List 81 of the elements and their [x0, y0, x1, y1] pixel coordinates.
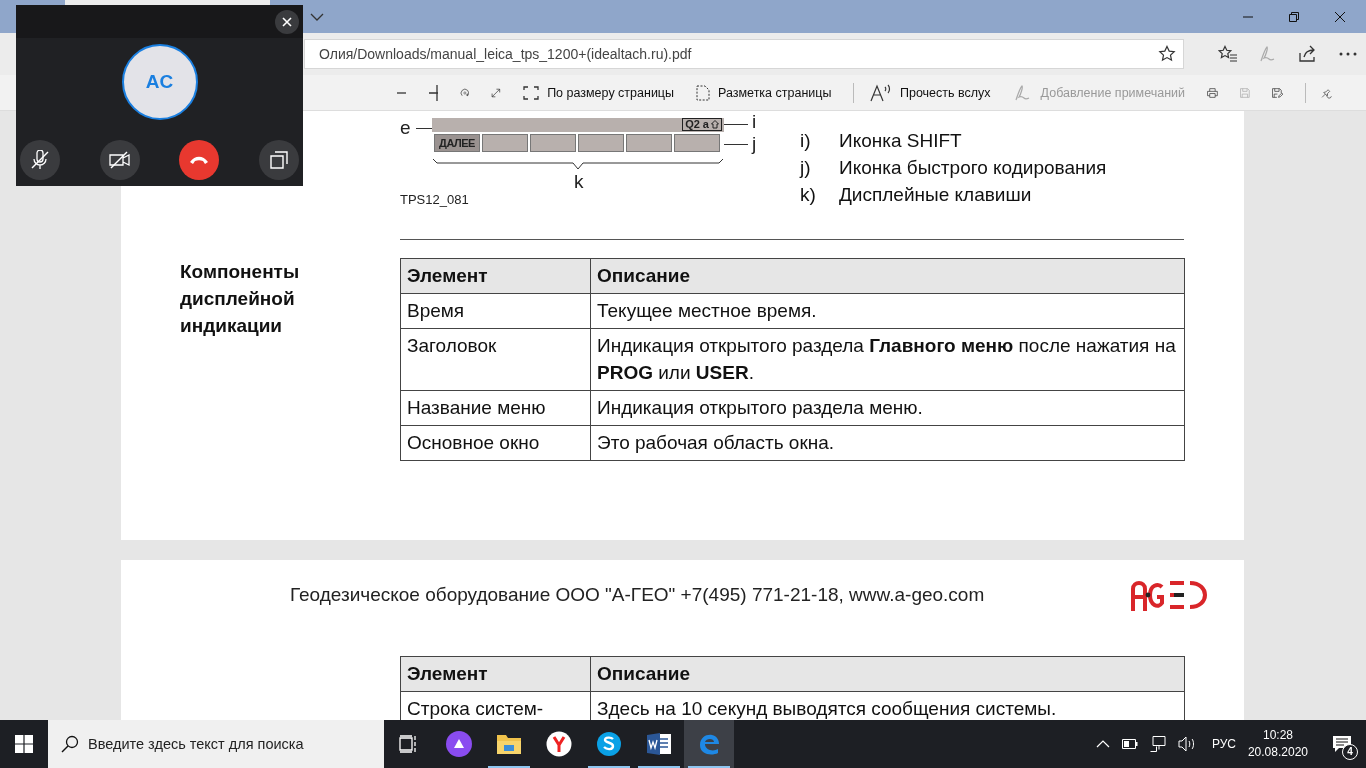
search-field[interactable]: Введите здесь текст для поиска: [48, 720, 384, 768]
edge-app-button[interactable]: [684, 720, 734, 768]
microphone-off-button[interactable]: [20, 140, 60, 180]
fit-page-button[interactable]: По размеру страницы: [523, 85, 675, 100]
task-view-icon: [399, 735, 419, 753]
camera-off-button[interactable]: [99, 140, 140, 180]
close-icon: [282, 16, 292, 27]
figure-label: j: [752, 134, 757, 153]
fit-page-icon: [523, 85, 540, 100]
legend-letter: j): [800, 156, 812, 179]
battery-icon[interactable]: [1121, 739, 1138, 749]
table-cell: Текущее местное время.: [590, 293, 1185, 329]
close-icon: [1334, 10, 1346, 23]
chevron-down-icon[interactable]: [310, 12, 324, 21]
notification-count: 4: [1342, 744, 1358, 760]
favorites-list-icon[interactable]: [1218, 45, 1238, 63]
softkey: ДАЛЕЕ: [434, 134, 480, 152]
figure-label: i: [752, 112, 757, 131]
leader-line: [724, 124, 748, 125]
softkey: [626, 134, 672, 152]
softkey: [578, 134, 624, 152]
address-field[interactable]: Олия/Downloads/manual_leica_tps_1200+(idealtach.ru).pdf: [304, 39, 1184, 69]
table-cell: Это рабочая область окна.: [590, 425, 1185, 461]
switch-view-button[interactable]: [258, 140, 299, 180]
share-icon[interactable]: [1298, 45, 1318, 63]
softkey: [530, 134, 576, 152]
legend-text: Дисплейные клавиши: [839, 183, 1032, 206]
page-layout-button[interactable]: Разметка страницы: [696, 84, 832, 101]
leader-line: [416, 128, 432, 129]
leader-line: [724, 144, 748, 145]
table-cell: Название меню: [400, 390, 591, 426]
chevron-up-icon[interactable]: [1095, 740, 1110, 748]
notifications-button[interactable]: 4: [1322, 720, 1362, 768]
avatar: AC: [121, 44, 198, 120]
column-header: Элемент: [400, 258, 591, 294]
document-icon: [646, 732, 672, 756]
softkey: [674, 134, 720, 152]
table-cell: Время: [400, 293, 591, 329]
legend-letter: k): [800, 183, 817, 206]
volume-icon[interactable]: [1177, 736, 1196, 752]
table-cell: Основное окно: [400, 425, 591, 461]
folder-icon: [496, 733, 522, 755]
zoom-in-icon[interactable]: [427, 83, 438, 102]
legend-text: Иконка SHIFT: [839, 129, 962, 152]
star-icon[interactable]: [1158, 45, 1176, 63]
figure-label: e: [400, 118, 411, 137]
phone-icon: [189, 155, 210, 165]
status-indicator: Q2 a: [682, 118, 722, 131]
clock-date[interactable]: 20.08.2020: [1247, 744, 1308, 761]
network-icon[interactable]: [1149, 736, 1166, 752]
legend-text: Иконка быстрого кодирования: [839, 156, 1107, 179]
microphone-icon: [30, 150, 50, 170]
table-cell: Индикация открытого раздела Главного меню после нажатия на PROG или USER.: [590, 328, 1185, 391]
legend-letter: i): [800, 129, 812, 152]
table-cell: Заголовок: [400, 328, 591, 391]
triangle-circle-icon: [446, 731, 472, 757]
column-header: Описание: [590, 258, 1185, 294]
section-heading: Компоненты дисплейной индикации: [180, 260, 301, 338]
more-icon[interactable]: [1338, 51, 1358, 57]
read-aloud-button[interactable]: Прочесть вслух: [870, 83, 991, 102]
hang-up-button[interactable]: [179, 140, 220, 180]
windows-logo-icon: [15, 735, 33, 753]
clock-time[interactable]: 10:28: [1262, 727, 1293, 744]
close-button[interactable]: [275, 9, 299, 34]
language-indicator[interactable]: РУС: [1211, 737, 1236, 751]
figure-caption: TPS12_081: [400, 192, 469, 207]
search-icon: [61, 735, 79, 753]
e-logo-icon: [697, 732, 721, 756]
column-header: Описание: [590, 656, 1185, 692]
read-aloud-icon: [870, 83, 892, 102]
page-icon: [696, 84, 711, 101]
table-cell: Индикация открытого раздела меню.: [590, 390, 1185, 426]
softkey: [482, 134, 528, 152]
windows-icon: [269, 151, 288, 169]
browser-icon: [546, 731, 572, 757]
camera-icon: [108, 150, 131, 170]
restore-icon: [1288, 10, 1300, 23]
footer-text: Геодезическое оборудование ООО "А-ГЕО" +7(495) 771-21-18, www.a-geo.com: [290, 583, 986, 606]
chat-app-icon: [596, 731, 622, 757]
figure-label: k: [574, 172, 584, 191]
column-header: Элемент: [400, 656, 591, 692]
